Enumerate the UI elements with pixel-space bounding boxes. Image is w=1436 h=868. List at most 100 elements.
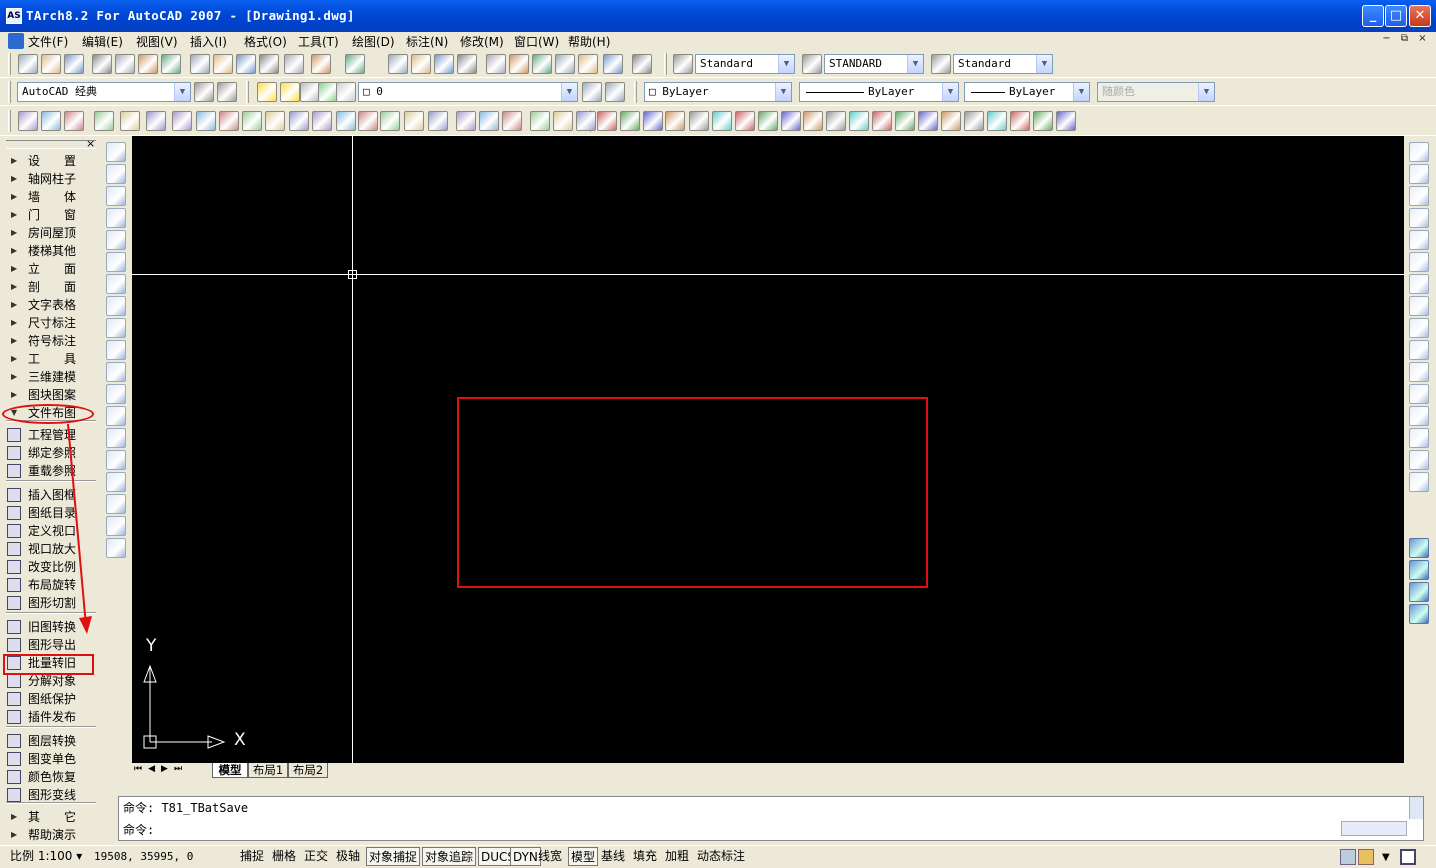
layer-icon[interactable] [597,111,617,131]
ellipse-arc-icon[interactable] [106,362,126,382]
panel-grip[interactable] [6,140,96,149]
linetype-combo[interactable]: ByLayer ▼ [799,82,959,102]
menu-item[interactable]: 绘图(D) [352,33,395,50]
scale-icon[interactable] [553,111,573,131]
status-toggle[interactable]: 正交 [302,847,330,866]
menu-item[interactable]: 窗口(W) [514,33,559,50]
rotate-icon[interactable] [1409,274,1429,294]
export-icon[interactable] [530,111,550,131]
arc-icon[interactable] [106,252,126,272]
color-combo[interactable]: □ ByLayer ▼ [644,82,792,102]
text-tool-icon[interactable] [1010,111,1030,131]
panel-category[interactable]: ▶ 墙 体 [4,188,100,206]
region-icon[interactable] [106,494,126,514]
frame-icon[interactable] [502,111,522,131]
panel-command[interactable]: 图纸保护 [4,690,100,708]
layout-tab[interactable]: 模型 [212,763,248,778]
menu-item[interactable]: 帮助(H) [568,33,610,50]
paste-icon[interactable] [236,54,256,74]
mtext-icon[interactable] [106,538,126,558]
lightbulb-icon[interactable] [280,82,300,102]
panel-category[interactable]: ▶ 设 置 [4,152,100,170]
panel-command[interactable]: 颜色恢复 [4,768,100,786]
menu-item[interactable]: 视图(V) [136,33,178,50]
workspace-combo[interactable]: AutoCAD 经典 ▼ [17,82,191,102]
copy-object-icon[interactable] [1409,164,1429,184]
dim-icon[interactable] [265,111,285,131]
tarch-image-icon[interactable] [64,111,84,131]
help-icon[interactable] [632,54,652,74]
close-button[interactable]: ✕ [1409,5,1431,27]
panel-category[interactable]: ▶ 尺寸标注 [4,314,100,332]
panel-command[interactable]: 插件发布 [4,708,100,726]
design-center-icon[interactable] [509,54,529,74]
insert-block-icon[interactable] [106,384,126,404]
panel-category[interactable]: ▶ 其 它 [4,808,100,826]
zoom-realtime-icon[interactable] [411,54,431,74]
window-icon[interactable] [196,111,216,131]
publish-icon[interactable] [138,54,158,74]
clean-screen-icon[interactable] [1400,849,1416,865]
quickcalc-icon[interactable] [603,54,623,74]
mail-icon[interactable] [849,111,869,131]
brush-icon[interactable] [895,111,915,131]
layer-previous-icon[interactable] [605,82,625,102]
stretch-icon[interactable] [1409,318,1429,338]
book-icon[interactable] [918,111,938,131]
markup-icon[interactable] [578,54,598,74]
maximize-button[interactable]: □ [1385,5,1407,27]
gradient-icon[interactable] [106,472,126,492]
workspace-settings-icon[interactable] [194,82,214,102]
column-tool-icon[interactable] [781,111,801,131]
tool-palette-icon[interactable] [532,54,552,74]
line-icon[interactable] [106,142,126,162]
cut-icon[interactable] [190,54,210,74]
tarch-find-icon[interactable] [41,111,61,131]
wall-icon[interactable] [146,111,166,131]
workspace-save-icon[interactable] [217,82,237,102]
join-icon[interactable] [1409,406,1429,426]
table-icon[interactable] [106,516,126,536]
layout-tab[interactable]: 布局2 [288,763,328,778]
command-prompt[interactable]: 命令: [123,821,154,838]
props-icon[interactable] [620,111,640,131]
panel-category[interactable]: ▶ 楼梯其他 [4,242,100,260]
polygon-icon[interactable] [106,208,126,228]
door-tool-icon[interactable] [803,111,823,131]
status-toggle[interactable]: 极轴 [334,847,362,866]
table-icon[interactable] [312,111,332,131]
menu-item[interactable]: 修改(M) [460,33,504,50]
window-tool-icon[interactable] [826,111,846,131]
layout-tab[interactable]: 布局1 [248,763,288,778]
block-editor-icon[interactable] [284,54,304,74]
status-menu-icon[interactable]: ▼ [1382,852,1390,863]
status-toggle[interactable]: 动态标注 [695,847,747,866]
mdi-minimize-button[interactable]: − [1380,33,1393,46]
offset-icon[interactable] [1409,208,1429,228]
mirror-icon[interactable] [1409,186,1429,206]
draw-order-above-icon[interactable] [1409,582,1429,602]
text-style-icon[interactable] [673,54,693,74]
spline-icon[interactable] [106,318,126,338]
text-style-combo[interactable]: Standard ▼ [695,54,795,74]
make-current-icon[interactable] [582,82,602,102]
status-toggle[interactable]: 对象追踪 [422,847,477,866]
command-hscroll[interactable] [1341,821,1407,836]
layer-combo[interactable]: □ 0 ▼ [358,82,578,102]
ellipse-icon[interactable] [106,340,126,360]
point-icon[interactable] [106,428,126,448]
panel-command[interactable]: 图变单色 [4,750,100,768]
redo-icon[interactable] [345,54,365,74]
dim-style-icon[interactable] [802,54,822,74]
view-icon[interactable] [456,111,476,131]
pin-icon[interactable] [964,111,984,131]
mdi-restore-button[interactable]: ⧉ [1398,33,1411,46]
print-tool-icon[interactable] [872,111,892,131]
polyline-icon[interactable] [106,186,126,206]
draw-order-front-icon[interactable] [1409,538,1429,558]
target-icon[interactable] [1033,111,1053,131]
extend-icon[interactable] [1409,362,1429,382]
stack-icon[interactable] [643,111,663,131]
menu-item[interactable]: 格式(O) [244,33,287,50]
preview-icon[interactable] [115,54,135,74]
